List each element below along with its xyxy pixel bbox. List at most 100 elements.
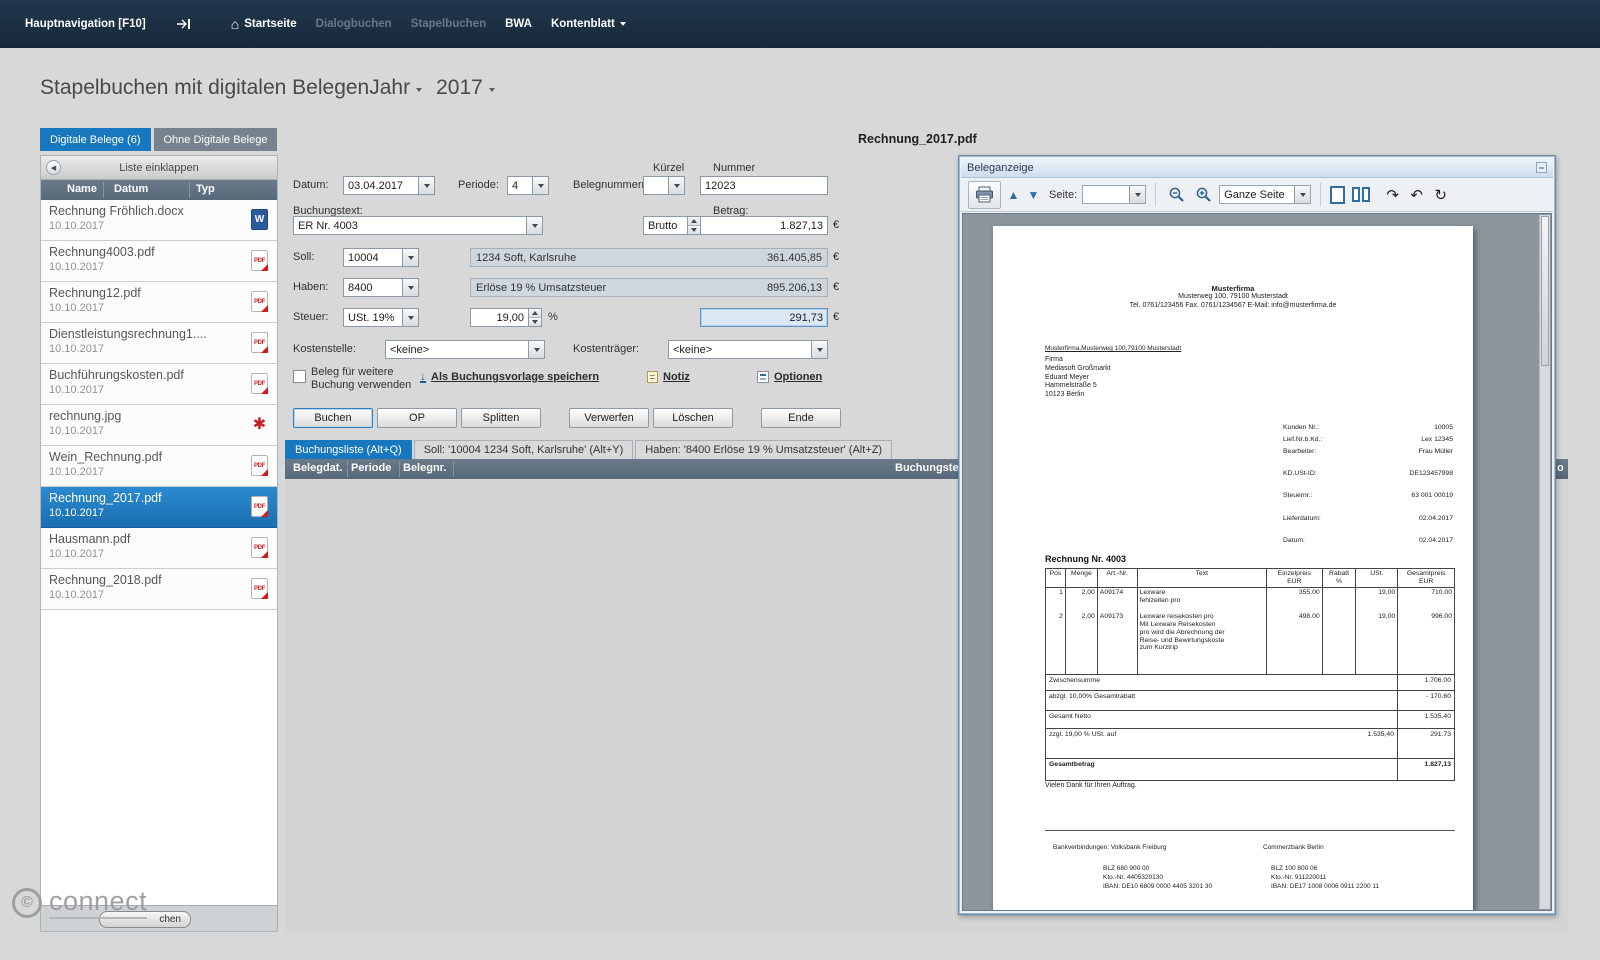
optionen-link[interactable]: Optionen	[757, 371, 822, 383]
periode-label: Periode:	[458, 179, 499, 191]
betrag-field[interactable]: 1.827,13	[700, 216, 828, 235]
total-label: Zwischensumme	[1046, 675, 1297, 690]
doc-list-item[interactable]: Rechnung12.pdf10.10.2017PDF	[41, 282, 277, 323]
chevron-down-icon[interactable]	[811, 341, 827, 358]
doc-list-item[interactable]: Rechnung_2018.pdf10.10.2017PDF	[41, 569, 277, 610]
doc-list-item[interactable]: Wein_Rechnung.pdf10.10.2017PDF	[41, 446, 277, 487]
doc-list-item[interactable]: Rechnung Fröhlich.docx10.10.2017W	[41, 200, 277, 241]
betrag-value: 1.827,13	[780, 220, 823, 232]
invoice-meta-row: Lief.Nr.b.Kd.:Lex 12345	[1283, 436, 1453, 443]
year-value-dropdown[interactable]: 2017	[436, 76, 495, 100]
chevron-down-icon[interactable]	[526, 217, 542, 234]
chevron-down-icon[interactable]	[418, 177, 434, 194]
als-buchungsvorlage-speichern-link[interactable]: ↓ Als Buchungsvorlage speichern	[420, 371, 599, 383]
rotate-ccw-icon[interactable]: ↶	[1407, 186, 1426, 204]
haben-combo[interactable]: 8400	[343, 278, 419, 297]
booking-list-tab-1[interactable]: Soll: '10004 1234 Soft, Karlsruhe' (Alt+…	[414, 440, 634, 459]
notiz-link[interactable]: Notiz	[647, 371, 690, 383]
button-splitten[interactable]: Splitten	[461, 408, 541, 428]
doc-name: Rechnung Fröhlich.docx	[49, 204, 245, 218]
total-base	[1297, 675, 1397, 690]
chevron-down-icon[interactable]	[528, 341, 544, 358]
single-page-icon[interactable]	[1330, 186, 1345, 204]
datum-combo[interactable]: 03.04.2017	[343, 176, 435, 195]
scrollbar-thumb[interactable]	[1541, 216, 1549, 366]
steuer-combo[interactable]: USt. 19%	[343, 308, 419, 327]
chevron-down-icon[interactable]	[402, 249, 418, 266]
table-header-cell: Menge	[1066, 569, 1098, 587]
item-cell: 1	[1046, 588, 1066, 612]
chevron-down-icon[interactable]	[668, 177, 684, 194]
chevron-down-icon[interactable]	[402, 309, 418, 326]
doc-list-item[interactable]: Dienstleistungsrechnung1....10.10.2017PD…	[41, 323, 277, 364]
hauptnavigation-button[interactable]: Hauptnavigation [F10]	[25, 18, 146, 30]
buchungstext-combo[interactable]: ER Nr. 4003	[293, 216, 543, 235]
tab-digitale-belege[interactable]: Digitale Belege (6)	[40, 128, 151, 151]
nav-item-bwa[interactable]: BWA	[505, 18, 532, 30]
booking-list-tab-0[interactable]: Buchungsliste (Alt+Q)	[285, 440, 412, 459]
document-viewport[interactable]: MusterfirmaMusterweg 100, 79100 Musterst…	[962, 213, 1552, 911]
chevron-down-icon[interactable]	[1129, 186, 1145, 203]
page-up-icon[interactable]: ▲	[1006, 188, 1021, 202]
viewer-toolbar: ▲ ▼ Seite:	[961, 178, 1553, 212]
button-op[interactable]: OP	[377, 408, 457, 428]
icon-glyph: PDF	[254, 340, 265, 346]
doc-column-name: Name	[67, 183, 97, 195]
nav-item-stapelbuchen[interactable]: Stapelbuchen	[411, 18, 486, 30]
invoice-total-row: Gesamtbetrag1.827,13	[1046, 758, 1454, 780]
booking-list-tab-2[interactable]: Haben: '8400 Erlöse 19 % Umsatzsteuer' (…	[635, 440, 892, 459]
soll-combo[interactable]: 10004	[343, 248, 419, 267]
kostenstelle-combo[interactable]: <keine>	[385, 340, 545, 359]
periode-combo[interactable]: 4	[507, 176, 549, 195]
page-number-combo[interactable]	[1082, 185, 1146, 204]
print-button[interactable]	[968, 181, 1001, 209]
kostentraeger-combo[interactable]: <keine>	[668, 340, 828, 359]
doc-list-item[interactable]: rechnung.jpg10.10.2017✱	[41, 405, 277, 446]
zoom-mode-combo[interactable]: Ganze Seite	[1219, 185, 1311, 204]
invoice-sender-line: Musterfirma,Musterweg 100,79100 Musterst…	[1045, 345, 1181, 352]
kuerzel-combo[interactable]	[643, 176, 685, 195]
spinner-buttons[interactable]	[687, 217, 700, 234]
rotate-180-icon[interactable]: ↻	[1431, 186, 1450, 204]
haben-saldo: 895.206,13	[767, 282, 822, 294]
page-down-icon[interactable]: ▼	[1026, 188, 1041, 202]
viewer-titlebar[interactable]: Beleganzeige	[961, 158, 1553, 178]
button-buchen[interactable]: Buchen	[293, 408, 373, 428]
spinner-buttons[interactable]	[528, 309, 541, 326]
zoom-out-icon[interactable]	[1165, 186, 1187, 203]
facing-pages-icon[interactable]	[1352, 187, 1370, 202]
collapse-arrow-icon[interactable]: ◀	[46, 160, 61, 175]
chevron-down-icon[interactable]	[532, 177, 548, 194]
steuer-prozent-spinner[interactable]: 19,00	[470, 308, 542, 327]
meta-value: 63 001 00019	[1411, 492, 1453, 499]
doc-list-item[interactable]: Hausmann.pdf10.10.2017PDF	[41, 528, 277, 569]
chevron-down-icon[interactable]	[402, 279, 418, 296]
doc-list-item[interactable]: Rechnung_2017.pdf10.10.2017PDF	[41, 487, 277, 528]
rotate-cw-icon[interactable]: ↷	[1383, 186, 1402, 204]
button-ende[interactable]: Ende	[761, 408, 841, 428]
icon-glyph: W	[255, 214, 264, 225]
zoom-in-icon[interactable]	[1192, 186, 1214, 203]
invoice-total-row: Zwischensumme1.706.00	[1046, 674, 1454, 690]
brutto-spinner[interactable]: Brutto	[643, 216, 701, 235]
button-verwerfen[interactable]: Verwerfen	[569, 408, 649, 428]
steuer-betrag-field[interactable]: 291,73	[700, 308, 828, 327]
nummer-field[interactable]: 12023	[700, 176, 828, 195]
item-cell: 19,00	[1356, 588, 1398, 612]
tab-ohne-digitale-belege[interactable]: Ohne Digitale Belege	[154, 128, 278, 151]
chevron-down-icon[interactable]	[1294, 186, 1310, 203]
window-menu-icon[interactable]	[1536, 162, 1547, 173]
jahr-dropdown[interactable]: Jahr	[369, 76, 422, 100]
doc-list-item[interactable]: Rechnung4003.pdf10.10.2017PDF	[41, 241, 277, 282]
kostenstelle-label: Kostenstelle:	[293, 343, 356, 355]
collapse-list-button[interactable]: ◀ Liste einklappen	[41, 156, 277, 180]
pin-icon[interactable]	[176, 18, 191, 30]
viewer-scrollbar[interactable]	[1539, 215, 1550, 909]
nav-item-kontenblatt[interactable]: Kontenblatt	[551, 18, 626, 30]
nav-item-startseite[interactable]: ⌂Startseite	[231, 18, 297, 30]
nav-item-dialogbuchen[interactable]: Dialogbuchen	[316, 18, 392, 30]
button-löschen[interactable]: Löschen	[653, 408, 733, 428]
icon-glyph: PDF	[254, 504, 265, 510]
doc-list-item[interactable]: Buchführungskosten.pdf10.10.2017PDF	[41, 364, 277, 405]
beleg-weitere-checkbox[interactable]	[293, 370, 306, 383]
